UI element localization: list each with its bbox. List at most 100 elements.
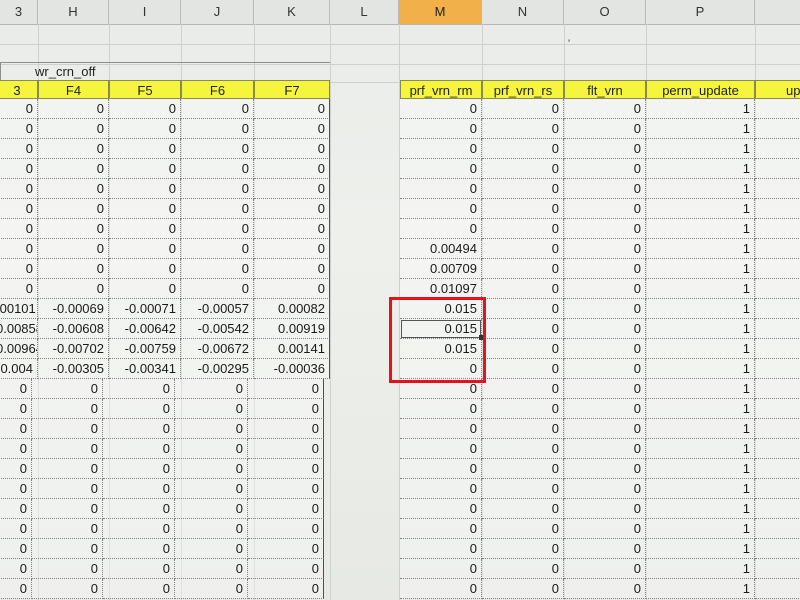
table-cell[interactable]: 0 xyxy=(103,399,175,419)
table-cell[interactable]: 0 xyxy=(564,199,646,219)
table-cell[interactable]: 0 xyxy=(254,179,330,199)
table-cell[interactable] xyxy=(755,299,800,319)
table-cell[interactable]: 0 xyxy=(400,379,482,399)
table-cell[interactable] xyxy=(755,119,800,139)
table-cell[interactable]: 0 xyxy=(482,379,564,399)
table-cell[interactable]: 1 xyxy=(646,159,755,179)
table-cell[interactable]: 0 xyxy=(103,539,175,559)
table-cell[interactable]: 0 xyxy=(32,399,103,419)
table-cell[interactable]: 0 xyxy=(482,239,564,259)
table-cell[interactable]: 0 xyxy=(482,139,564,159)
table-cell[interactable]: 0 xyxy=(0,379,32,399)
table-cell[interactable]: 0 xyxy=(564,319,646,339)
table-cell[interactable]: 0 xyxy=(248,379,324,399)
header-cell[interactable]: prf_vrn_rs xyxy=(482,80,564,99)
table-cell[interactable]: 0 xyxy=(38,139,109,159)
table-cell[interactable]: 0 xyxy=(254,99,330,119)
table-cell[interactable]: -0.00702 xyxy=(38,339,109,359)
table-cell[interactable]: 0 xyxy=(400,219,482,239)
table-cell[interactable]: 0 xyxy=(482,399,564,419)
table-cell[interactable]: 0 xyxy=(181,259,254,279)
table-cell[interactable]: 0 xyxy=(175,519,248,539)
table-cell[interactable]: 0 xyxy=(181,279,254,299)
table-cell[interactable]: 0 xyxy=(181,119,254,139)
fill-handle[interactable] xyxy=(479,335,484,340)
table-cell[interactable]: -0.00642 xyxy=(109,319,181,339)
table-cell[interactable]: 0 xyxy=(109,219,181,239)
table-cell[interactable]: 0 xyxy=(400,499,482,519)
header-cell[interactable]: up xyxy=(755,80,800,99)
table-cell[interactable]: 0 xyxy=(564,299,646,319)
table-cell[interactable]: 0 xyxy=(482,199,564,219)
table-cell[interactable] xyxy=(755,339,800,359)
table-cell[interactable]: 0 xyxy=(0,559,32,579)
table-cell[interactable]: 0 xyxy=(109,239,181,259)
table-cell[interactable]: 0 xyxy=(400,399,482,419)
table-cell[interactable]: 0.00494 xyxy=(400,239,482,259)
table-cell[interactable]: 0 xyxy=(248,399,324,419)
table-cell[interactable]: 0 xyxy=(0,199,38,219)
table-cell[interactable]: 0 xyxy=(0,259,38,279)
table-cell[interactable]: 0.00964 xyxy=(0,339,38,359)
table-cell[interactable]: 0 xyxy=(0,459,32,479)
table-cell[interactable]: 0 xyxy=(564,579,646,599)
table-cell[interactable]: 0 xyxy=(400,559,482,579)
table-cell[interactable]: 0 xyxy=(482,439,564,459)
table-cell[interactable]: 0 xyxy=(564,259,646,279)
table-cell[interactable]: 0 xyxy=(254,259,330,279)
table-cell[interactable]: 1 xyxy=(646,299,755,319)
table-cell[interactable]: 0 xyxy=(103,579,175,599)
table-cell[interactable]: 0 xyxy=(0,239,38,259)
table-cell[interactable]: 0.015 xyxy=(400,319,482,339)
header-cell[interactable]: F5 xyxy=(109,80,181,99)
table-cell[interactable]: 0 xyxy=(482,519,564,539)
table-cell[interactable] xyxy=(755,379,800,399)
table-cell[interactable] xyxy=(755,479,800,499)
table-cell[interactable]: 0 xyxy=(400,199,482,219)
table-cell[interactable] xyxy=(755,359,800,379)
table-cell[interactable]: 0 xyxy=(564,119,646,139)
table-cell[interactable] xyxy=(755,399,800,419)
table-cell[interactable]: 0 xyxy=(0,179,38,199)
column-header-j[interactable]: J xyxy=(181,0,254,24)
table-cell[interactable]: 0 xyxy=(564,99,646,119)
table-cell[interactable]: 0 xyxy=(564,279,646,299)
table-cell[interactable] xyxy=(755,239,800,259)
table-cell[interactable]: 0 xyxy=(181,139,254,159)
table-cell[interactable]: 0 xyxy=(564,339,646,359)
table-cell[interactable]: 0 xyxy=(248,519,324,539)
table-cell[interactable] xyxy=(755,319,800,339)
table-cell[interactable]: 0 xyxy=(400,539,482,559)
table-cell[interactable]: 1 xyxy=(646,479,755,499)
table-cell[interactable]: 0 xyxy=(564,239,646,259)
table-cell[interactable]: 0 xyxy=(564,559,646,579)
table-cell[interactable]: 0 xyxy=(109,139,181,159)
table-cell[interactable]: 0 xyxy=(482,279,564,299)
table-cell[interactable]: 1 xyxy=(646,179,755,199)
table-cell[interactable]: 0 xyxy=(38,259,109,279)
table-cell[interactable]: 1 xyxy=(646,579,755,599)
table-cell[interactable]: 0 xyxy=(38,239,109,259)
table-cell[interactable]: 1 xyxy=(646,219,755,239)
table-cell[interactable]: 0 xyxy=(482,259,564,279)
column-header-k[interactable]: K xyxy=(254,0,330,24)
table-cell[interactable] xyxy=(755,99,800,119)
table-cell[interactable]: 0 xyxy=(564,519,646,539)
table-cell[interactable]: 0 xyxy=(32,459,103,479)
column-header-h[interactable]: H xyxy=(38,0,109,24)
table-cell[interactable] xyxy=(755,519,800,539)
table-cell[interactable]: 0 xyxy=(32,499,103,519)
table-cell[interactable]: 1 xyxy=(646,379,755,399)
table-cell[interactable] xyxy=(755,419,800,439)
column-header-i[interactable]: I xyxy=(109,0,181,24)
table-cell[interactable]: -0.00036 xyxy=(254,359,330,379)
table-cell[interactable] xyxy=(755,499,800,519)
table-cell[interactable]: 0 xyxy=(38,99,109,119)
table-cell[interactable]: 0.00858 xyxy=(0,319,38,339)
table-cell[interactable] xyxy=(755,199,800,219)
table-cell[interactable]: 0 xyxy=(109,279,181,299)
table-cell[interactable]: 0 xyxy=(175,379,248,399)
column-header-n[interactable]: N xyxy=(482,0,564,24)
table-cell[interactable]: 0 xyxy=(400,119,482,139)
table-cell[interactable]: 0 xyxy=(400,579,482,599)
